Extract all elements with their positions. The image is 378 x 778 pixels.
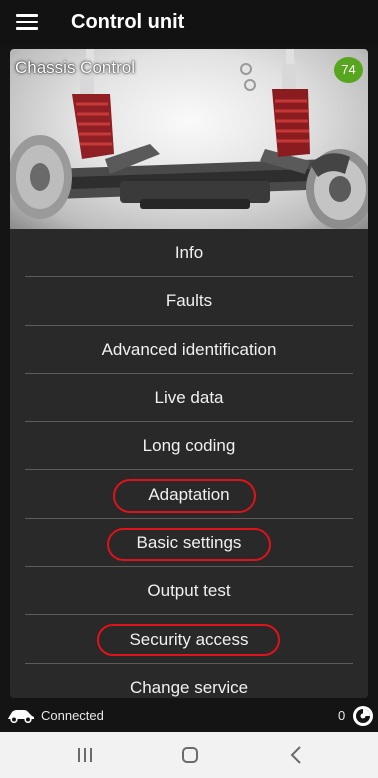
menu-item-live-data[interactable]: Live data: [10, 374, 368, 423]
home-icon[interactable]: [160, 732, 220, 778]
control-unit-card: Chassis Control 74 Info Faults Advanced …: [10, 49, 368, 698]
system-navigation-bar: [0, 732, 378, 778]
chassis-image: Chassis Control 74: [10, 49, 368, 229]
menu-item-long-coding[interactable]: Long coding: [10, 422, 368, 471]
menu-item-label: Basic settings: [136, 532, 242, 552]
menu-item-label: Security access: [129, 629, 249, 649]
connection-status-text: Connected: [41, 708, 104, 723]
menu-item-label: Faults: [165, 291, 213, 311]
menu-item-info[interactable]: Info: [10, 229, 368, 278]
connection-status-bar: Connected 0: [0, 700, 378, 732]
page-title: Control unit: [71, 11, 185, 33]
hamburger-menu-icon[interactable]: [16, 12, 38, 32]
menu-item-faults[interactable]: Faults: [10, 277, 368, 326]
menu-item-label: Advanced identification: [101, 339, 277, 359]
unit-address-badge: 74: [334, 57, 363, 83]
menu-item-basic-settings[interactable]: Basic settings: [10, 519, 368, 568]
menu-item-label: Change service: [129, 677, 249, 697]
recents-icon[interactable]: [55, 732, 115, 778]
menu-item-advanced-identification[interactable]: Advanced identification: [10, 326, 368, 374]
menu-item-adaptation[interactable]: Adaptation: [10, 470, 368, 519]
counter-value: 0: [338, 708, 346, 723]
control-unit-name: Chassis Control: [15, 58, 135, 77]
app-bar: Control unit: [0, 0, 378, 46]
function-menu: Info Faults Advanced identification Live…: [10, 229, 368, 698]
car-connected-icon: [8, 710, 34, 723]
menu-item-label: Live data: [154, 388, 224, 408]
menu-item-label: Output test: [147, 581, 231, 601]
menu-item-output-test[interactable]: Output test: [10, 567, 368, 616]
menu-item-label: Adaptation: [148, 484, 230, 504]
connection-indicator-icon: [353, 706, 373, 726]
menu-item-change-service[interactable]: Change service: [10, 664, 368, 698]
menu-item-label: Long coding: [142, 436, 236, 456]
menu-item-label: Info: [174, 243, 204, 263]
menu-item-security-access[interactable]: Security access: [10, 615, 368, 664]
back-icon[interactable]: [266, 732, 326, 778]
